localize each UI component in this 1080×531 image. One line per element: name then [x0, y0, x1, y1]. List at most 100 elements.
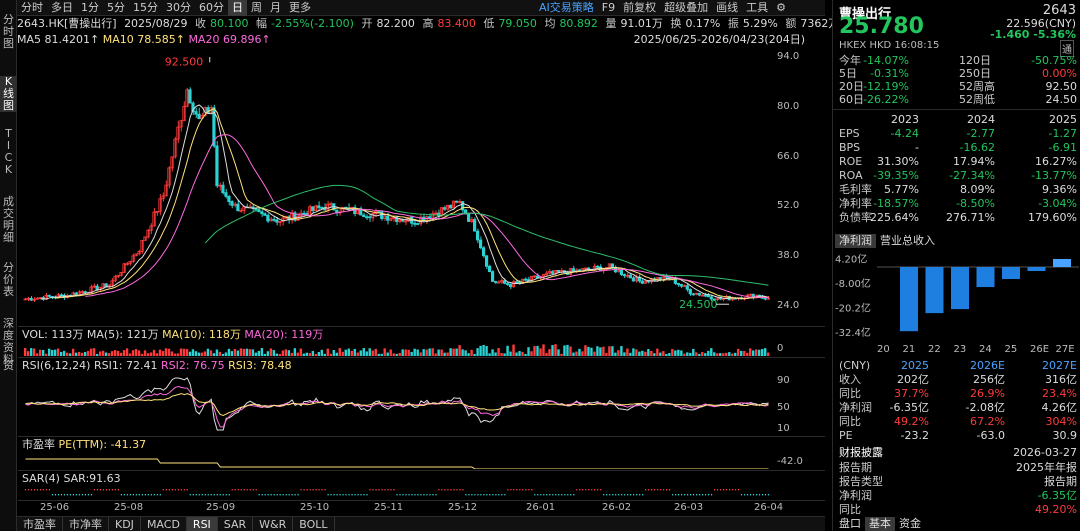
- bar-date: 2025/08/29: [124, 17, 188, 30]
- gear-icon[interactable]: ⚙: [772, 0, 790, 16]
- period-tab-3[interactable]: 5分: [103, 0, 129, 16]
- date-range[interactable]: 2025/06/25-2026/04/23(204日): [634, 33, 805, 47]
- period-tab-9[interactable]: 月: [266, 0, 285, 16]
- volume-bar: [158, 349, 162, 356]
- indicator-tab-4[interactable]: RSI: [186, 517, 218, 531]
- volume-bar: [251, 349, 255, 356]
- quote-tab-0[interactable]: 盘口: [835, 517, 865, 531]
- toolbar-tool-3[interactable]: 超级叠加: [660, 0, 712, 16]
- profit-bar: [900, 267, 918, 332]
- pe-chart: [25, 458, 769, 469]
- forecast-row-cell-1: 49.2%: [894, 415, 929, 428]
- sar-dot: [270, 494, 272, 496]
- profit-tab-1[interactable]: 营业总收入: [876, 234, 939, 248]
- sar-dot: [333, 494, 335, 496]
- fin-row: ROA -39.35% -27.34% -13.77%: [839, 170, 1079, 182]
- volume-bar: [302, 353, 306, 356]
- forecast-row-cell-2: 67.2%: [970, 415, 1005, 428]
- volume-bar: [566, 344, 569, 356]
- indicator-tab-7[interactable]: BOLL: [293, 517, 335, 531]
- profit-tab-0[interactable]: 净利润: [835, 234, 876, 248]
- forecast-row-cell-3: 4.26亿: [1041, 401, 1078, 414]
- volume-bar: [563, 345, 566, 356]
- toolbar-tool-2[interactable]: 前复权: [619, 0, 660, 16]
- period-tab-10[interactable]: 更多: [285, 0, 315, 16]
- sar-dot: [405, 494, 407, 496]
- sar-dot: [387, 489, 389, 491]
- period-tab-2[interactable]: 1分: [77, 0, 103, 16]
- profit-bar: [976, 267, 995, 288]
- volume-bar: [662, 351, 665, 356]
- indicator-tab-2[interactable]: KDJ: [109, 517, 141, 531]
- volume-bar: [95, 353, 99, 356]
- candle-body: [260, 211, 264, 215]
- indicator-tab-3[interactable]: MACD: [141, 517, 187, 531]
- period-tab-6[interactable]: 60分: [195, 0, 228, 16]
- sar-dot: [255, 489, 257, 491]
- left-tab-2[interactable]: T I C K: [0, 128, 17, 176]
- volume-bar: [281, 350, 285, 356]
- volume-bar: [83, 352, 87, 356]
- sar-dot: [54, 494, 57, 496]
- indicator-tab-5[interactable]: SAR: [218, 517, 254, 531]
- period-tab-4[interactable]: 15分: [129, 0, 162, 16]
- sar-dot: [570, 494, 572, 496]
- fin-row-cell-2: -2.77: [966, 127, 995, 140]
- fin-row-cell-0: ROA: [839, 169, 863, 182]
- volume-bar: [656, 348, 659, 356]
- indicator-tab-1[interactable]: 市净率: [63, 517, 109, 531]
- indicator-tab-6[interactable]: W&R: [253, 517, 294, 531]
- period-tab-8[interactable]: 周: [247, 0, 266, 16]
- volume-bar: [479, 345, 482, 356]
- sar-dot: [474, 494, 476, 496]
- fin-head-cell-2: 2024: [967, 113, 995, 126]
- pe-value-text: PE(TTM): -41.37: [58, 438, 147, 451]
- volume-bar: [638, 351, 641, 356]
- rsi-scale-90: 90: [777, 375, 790, 386]
- quote-tab-2[interactable]: 资金: [895, 517, 925, 531]
- candlestick-chart[interactable]: 92.500 24.500: [18, 47, 778, 327]
- quote-tab-1[interactable]: 基本: [865, 517, 895, 531]
- period-tab-0[interactable]: 分时: [17, 0, 47, 16]
- toolbar-tool-5[interactable]: 工具: [742, 0, 772, 16]
- sar-dot: [612, 494, 614, 496]
- volume-bar: [200, 352, 204, 356]
- forecast-row-cell-3: 316亿: [1045, 373, 1077, 386]
- sar-dot: [249, 489, 251, 491]
- disclosure-row-cell-1: -6.35亿: [1037, 489, 1077, 502]
- volume-bar: [50, 349, 54, 356]
- volume-bar: [44, 353, 48, 356]
- toolbar-tool-4[interactable]: 画线: [712, 0, 742, 16]
- period-tab-1[interactable]: 多日: [47, 0, 77, 16]
- left-tab-1[interactable]: K 线 图: [0, 76, 17, 112]
- toolbar-tool-0[interactable]: AI交易策略: [535, 0, 598, 16]
- sar-dot: [690, 494, 692, 496]
- divider-line: [18, 470, 825, 471]
- sar-dot: [429, 494, 431, 496]
- volume-bar: [194, 351, 198, 356]
- fin-row-cell-1: 225.64%: [870, 211, 919, 224]
- sar-dot: [396, 494, 398, 496]
- candle-body: [194, 111, 198, 115]
- left-tab-6[interactable]: 资: [0, 360, 17, 372]
- forecast-row: 同比 37.7% 26.9% 23.4%: [839, 388, 1079, 400]
- low-label: 24.500: [679, 298, 718, 311]
- toolbar-tool-1[interactable]: F9: [598, 0, 619, 16]
- left-tab-4[interactable]: 分 价 表: [0, 262, 17, 298]
- divider-line: [18, 326, 825, 327]
- volume-bar: [80, 352, 84, 356]
- volume-bar: [749, 348, 752, 356]
- sar-dot: [321, 489, 323, 491]
- left-tab-3[interactable]: 成 交 明 细: [0, 196, 17, 244]
- sar-dot: [722, 489, 725, 491]
- indicator-tab-0[interactable]: 市盈率: [17, 517, 63, 531]
- chg-label: 幅: [255, 17, 267, 30]
- left-tab-0[interactable]: 分 时 图: [0, 14, 17, 50]
- sar-dot: [294, 494, 296, 496]
- period-tab-5[interactable]: 30分: [162, 0, 195, 16]
- sar-dot: [698, 494, 701, 496]
- volume-bar: [470, 349, 473, 356]
- sar-dot: [588, 489, 590, 491]
- rsi1-text: RSI1: 72.41: [93, 359, 158, 372]
- period-tab-7[interactable]: 日: [228, 0, 247, 16]
